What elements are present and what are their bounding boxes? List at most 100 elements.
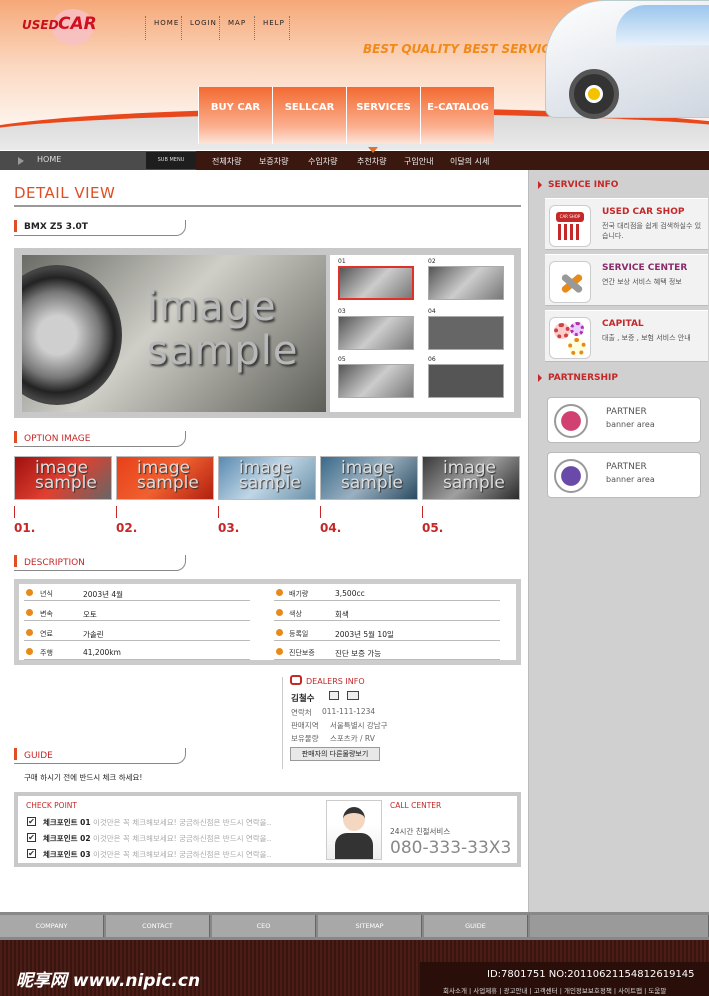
option-image-1[interactable]: image sample [14,456,112,500]
thumb-number: 04 [428,308,436,315]
spec-value: 2003년 5월 10일 [335,630,394,639]
service-title: CAPITAL [602,319,644,329]
row-bullet-icon [26,629,33,636]
thumbnail-03[interactable] [338,316,414,350]
agent-body [335,833,373,859]
thumbnail-05[interactable] [338,364,414,398]
car-shop-awning [558,224,582,240]
row-bullet-icon [26,589,33,596]
spec-key: 배기량 [289,590,309,598]
phone-icon[interactable] [329,691,339,700]
spec-value: 3,500cc [335,589,365,598]
sub-nav-item-guide[interactable]: 구입안내 [404,156,433,167]
thumbnail-06[interactable] [428,364,504,398]
row-divider [24,659,250,660]
logo-used[interactable]: USED [22,18,59,32]
check-item: 체크포인트 02 이것만은 꼭 체크해보세요! 궁금하신점은 반드시 연락을.. [43,833,271,844]
thumbnail-04[interactable] [428,316,504,350]
sub-nav-item-import[interactable]: 수입차량 [308,156,337,167]
row-divider [24,640,250,641]
footer-link-contact[interactable]: CONTACT [106,915,210,937]
title-divider [14,205,521,207]
option-image-3[interactable]: image sample [218,456,316,500]
spec-key: 진단보증 [289,649,315,657]
row-divider [274,640,500,641]
thumb-number: 01 [338,258,346,265]
partner-banner-1[interactable]: PARTNER banner area [547,397,701,443]
row-divider [274,620,500,621]
spec-value: 회색 [335,610,349,619]
watermark-text: 昵享网 www.nipic.cn [16,971,201,991]
nav-sellcar[interactable]: SELLCAR [273,87,347,144]
check-checkbox[interactable]: ✔ [27,817,36,826]
service-desc: 대출 , 보증 , 보험 서비스 안내 [602,334,691,342]
dealer-info-key: 연락처 [291,708,312,717]
top-link-help[interactable]: HELP [254,16,290,40]
car-illustration [545,0,709,119]
check-item-text: 이것만은 꼭 체크해보세요! 궁금하신점은 반드시 연락을.. [92,818,272,827]
option-image-4[interactable]: image sample [320,456,418,500]
partner-sub: banner area [606,475,655,484]
breadcrumb-home[interactable]: HOME [37,155,61,164]
call-center-number[interactable]: 080-333-33X3 [390,838,511,858]
spec-value: 41,200km [83,648,121,657]
agent-face [343,807,365,831]
footer-links[interactable]: 회사소개 | 사업제휴 | 광고안내 | 고객센터 | 개인정보보호정책 | 사… [443,985,666,995]
row-divider [274,600,500,601]
footer-link-guide[interactable]: GUIDE [424,915,528,937]
option-image-2[interactable]: image sample [116,456,214,500]
car-shop-icon: CAR SHOP [549,205,591,247]
option-tick [422,506,423,518]
nav-buy-car[interactable]: BUY CAR [199,87,273,144]
footer-link-sitemap[interactable]: SITEMAP [318,915,422,937]
check-checkbox[interactable]: ✔ [27,833,36,842]
gear-red [554,323,570,339]
truck-icon [554,459,588,493]
check-item-text: 이것만은 꼭 체크해보세요! 궁금하신점은 반드시 연락을.. [92,834,272,843]
nav-services[interactable]: SERVICES [347,87,421,144]
thumbnail-01[interactable] [338,266,414,300]
thumbnail-02[interactable] [428,266,504,300]
thumb-number: 02 [428,258,436,265]
spec-key: 년식 [40,590,53,598]
service-capital[interactable]: CAPITAL 대출 , 보증 , 보험 서비스 안내 [545,310,708,362]
top-link-home[interactable]: HOME [145,16,179,40]
row-bullet-icon [26,648,33,655]
spec-key: 색상 [289,610,302,618]
fax-icon[interactable] [347,691,359,700]
sub-nav-item-warranty[interactable]: 보증차량 [259,156,288,167]
service-used-car-shop[interactable]: CAR SHOP USED CAR SHOP 전국 대리점을 쉽게 검색하실수 … [545,198,708,250]
active-sub-arrow-icon [368,147,378,153]
partner-banner-2[interactable]: PARTNER banner area [547,452,701,498]
check-checkbox[interactable]: ✔ [27,849,36,858]
service-center[interactable]: SERVICE CENTER 연간 보상 서비스 혜택 정보 [545,254,708,306]
footer-nav-fill [530,915,709,937]
footer-nav: COMPANY CONTACT CEO SITEMAP GUIDE [0,912,709,940]
speech-bubble-icon [290,675,302,685]
footer-link-ceo[interactable]: CEO [212,915,316,937]
page-title: DETAIL VIEW [14,184,116,202]
car-window [616,5,709,45]
dealer-name: 김철수 [291,694,315,704]
spec-key: 연료 [40,630,53,638]
gear-purple [570,322,584,336]
footer-link-company[interactable]: COMPANY [0,915,104,937]
section-underline [14,220,186,236]
logo-car[interactable]: CAR [58,14,97,34]
sub-nav-item-price[interactable]: 이달의 시세 [450,156,489,167]
nav-e-catalog[interactable]: E-CATALOG [421,87,495,144]
check-item-label: 체크포인트 01 [43,818,91,827]
dealer-info-value: 011-111-1234 [322,707,376,716]
spec-value: 오토 [83,610,97,619]
dealer-more-button[interactable]: 판매자의 다른물량보기 [290,747,380,761]
main-car-image: image sample [22,255,326,412]
sub-nav-item-all[interactable]: 전체차량 [212,156,241,167]
sub-nav-item-recommended[interactable]: 추천차량 [357,156,386,167]
option-tick [14,506,15,518]
option-image-text: sample [443,473,505,493]
top-link-login[interactable]: LOGIN [181,16,217,40]
section-underline [14,555,186,571]
spec-value: 진단 보증 가능 [335,649,382,658]
top-link-map[interactable]: MAP [219,16,246,40]
option-image-5[interactable]: image sample [422,456,520,500]
